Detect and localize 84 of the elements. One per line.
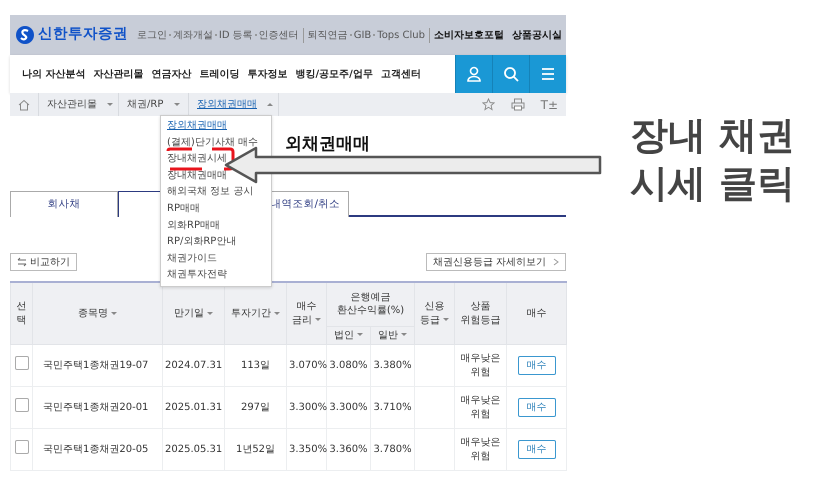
table-cell: 매우낮은위험 <box>460 395 501 420</box>
table-cell: 국민주택1종채권19-07 <box>43 360 148 371</box>
caret-icon[interactable] <box>267 103 273 106</box>
nav-item[interactable]: 트레이딩 <box>195 66 244 82</box>
breadcrumb-link[interactable]: 자산관리몰 <box>47 97 97 112</box>
breadcrumb-link[interactable]: 장외채권매매 <box>197 97 257 112</box>
column-header[interactable]: 투자기간 <box>231 306 280 320</box>
logo-icon <box>16 26 34 44</box>
table-cell: 국민주택1종채권20-05 <box>43 444 148 455</box>
column-header[interactable]: 매수 <box>526 306 547 320</box>
table-cell: 1년52일 <box>236 444 276 455</box>
column-header[interactable]: 종목명 <box>78 306 117 320</box>
nav-item[interactable]: 뱅킹/공모주/업무 <box>291 66 377 82</box>
nav-item[interactable]: 고객센터 <box>376 66 425 82</box>
user-button[interactable] <box>455 55 492 93</box>
table-cell: 3.070% <box>289 360 328 371</box>
menu-icon <box>539 65 557 83</box>
print-icon[interactable] <box>510 98 525 111</box>
menu-item[interactable]: 채권가이드 <box>167 252 217 264</box>
nav-item[interactable]: 연금자산 <box>147 66 196 82</box>
logo-text[interactable]: 신한투자증권 <box>38 24 128 46</box>
table-cell: 2025.01.31 <box>165 402 222 413</box>
home-icon[interactable] <box>18 98 30 110</box>
header-link[interactable]: 퇴직연금 <box>308 28 348 42</box>
menu-item[interactable]: (결제)단기사채 매수 <box>167 136 258 148</box>
header-link[interactable]: 상품공시실 <box>512 28 562 42</box>
menu-item[interactable]: 해외국채 정보 공시 <box>167 186 254 198</box>
table-cell: 3.080% <box>329 360 368 371</box>
table-cell: 3.350% <box>289 444 328 455</box>
rating-detail-button[interactable]: 채권신용등급 자세히보기 <box>426 253 566 271</box>
checkbox[interactable] <box>14 398 28 412</box>
chevron-right-icon <box>553 258 559 266</box>
menu-item[interactable]: 채권투자전략 <box>167 269 227 280</box>
header-link[interactable]: 계좌개설 <box>172 28 213 42</box>
star-icon[interactable] <box>482 98 495 111</box>
menu-item[interactable]: RP/외화RP안내 <box>167 236 236 248</box>
header-link[interactable]: ID 등록 <box>218 28 253 42</box>
checkbox[interactable] <box>14 356 28 370</box>
nav-item[interactable]: 나의 자산분석 <box>18 66 90 82</box>
menu-item[interactable]: 외화RP매매 <box>167 220 220 231</box>
table-cell: 3.360% <box>329 444 368 455</box>
search-icon <box>502 65 520 83</box>
search-button[interactable] <box>492 55 529 93</box>
nav-item[interactable]: 자산관리몰 <box>89 66 148 82</box>
page-title: 외채권매매 <box>285 134 370 154</box>
font-size-button[interactable]: T± <box>540 96 558 114</box>
header-link[interactable]: 소비자보호포털 <box>434 28 504 42</box>
breadcrumb-link[interactable]: 채권/RP <box>127 97 164 112</box>
nav-item[interactable]: 투자정보 <box>243 66 292 82</box>
table-cell: 297일 <box>240 402 270 413</box>
table-cell: 3.710% <box>373 402 412 413</box>
caret-icon[interactable] <box>174 103 180 106</box>
buy-button[interactable]: 매수 <box>518 356 556 375</box>
header-link[interactable]: 로그인 <box>136 28 167 42</box>
header-link[interactable]: Tops Club <box>377 28 425 42</box>
table-cell: 3.300% <box>289 402 328 413</box>
swap-icon <box>17 257 27 267</box>
table-cell: 국민주택1종채권20-01 <box>43 402 148 413</box>
menu-item[interactable]: RP매매 <box>167 202 200 214</box>
user-icon <box>465 65 483 83</box>
caret-icon[interactable] <box>107 103 113 106</box>
table-cell: 2025.05.31 <box>165 444 222 455</box>
checkbox[interactable] <box>14 440 28 454</box>
menu-item[interactable]: 장내채권매매 <box>167 170 227 181</box>
header-link[interactable]: GIB <box>354 28 372 42</box>
table-cell: 매우낮은위험 <box>460 353 501 378</box>
annotation-text: 시세 클릭 <box>630 160 796 206</box>
column-header[interactable]: 선택 <box>16 300 26 327</box>
table-cell: 3.300% <box>329 402 368 413</box>
column-header[interactable]: 만기일 <box>174 306 213 320</box>
header-link[interactable]: 인증센터 <box>258 28 299 42</box>
table-cell: 3.380% <box>373 360 412 371</box>
buy-button[interactable]: 매수 <box>518 440 556 459</box>
compare-button[interactable]: 비교하기 <box>10 253 77 271</box>
tab[interactable]: 회사채 <box>10 191 118 217</box>
buy-button[interactable]: 매수 <box>518 398 556 417</box>
menu-item[interactable]: 장내채권시세 <box>167 153 227 164</box>
table-cell: 3.780% <box>373 444 412 455</box>
annotation-text: 장내 채권 <box>630 112 796 159</box>
menu-item[interactable]: 장외채권매매 <box>167 120 227 131</box>
table-cell: 2024.07.31 <box>165 360 222 371</box>
menu-button[interactable] <box>529 55 566 93</box>
table-cell: 113일 <box>240 360 270 371</box>
table-cell: 매우낮은위험 <box>460 437 501 462</box>
